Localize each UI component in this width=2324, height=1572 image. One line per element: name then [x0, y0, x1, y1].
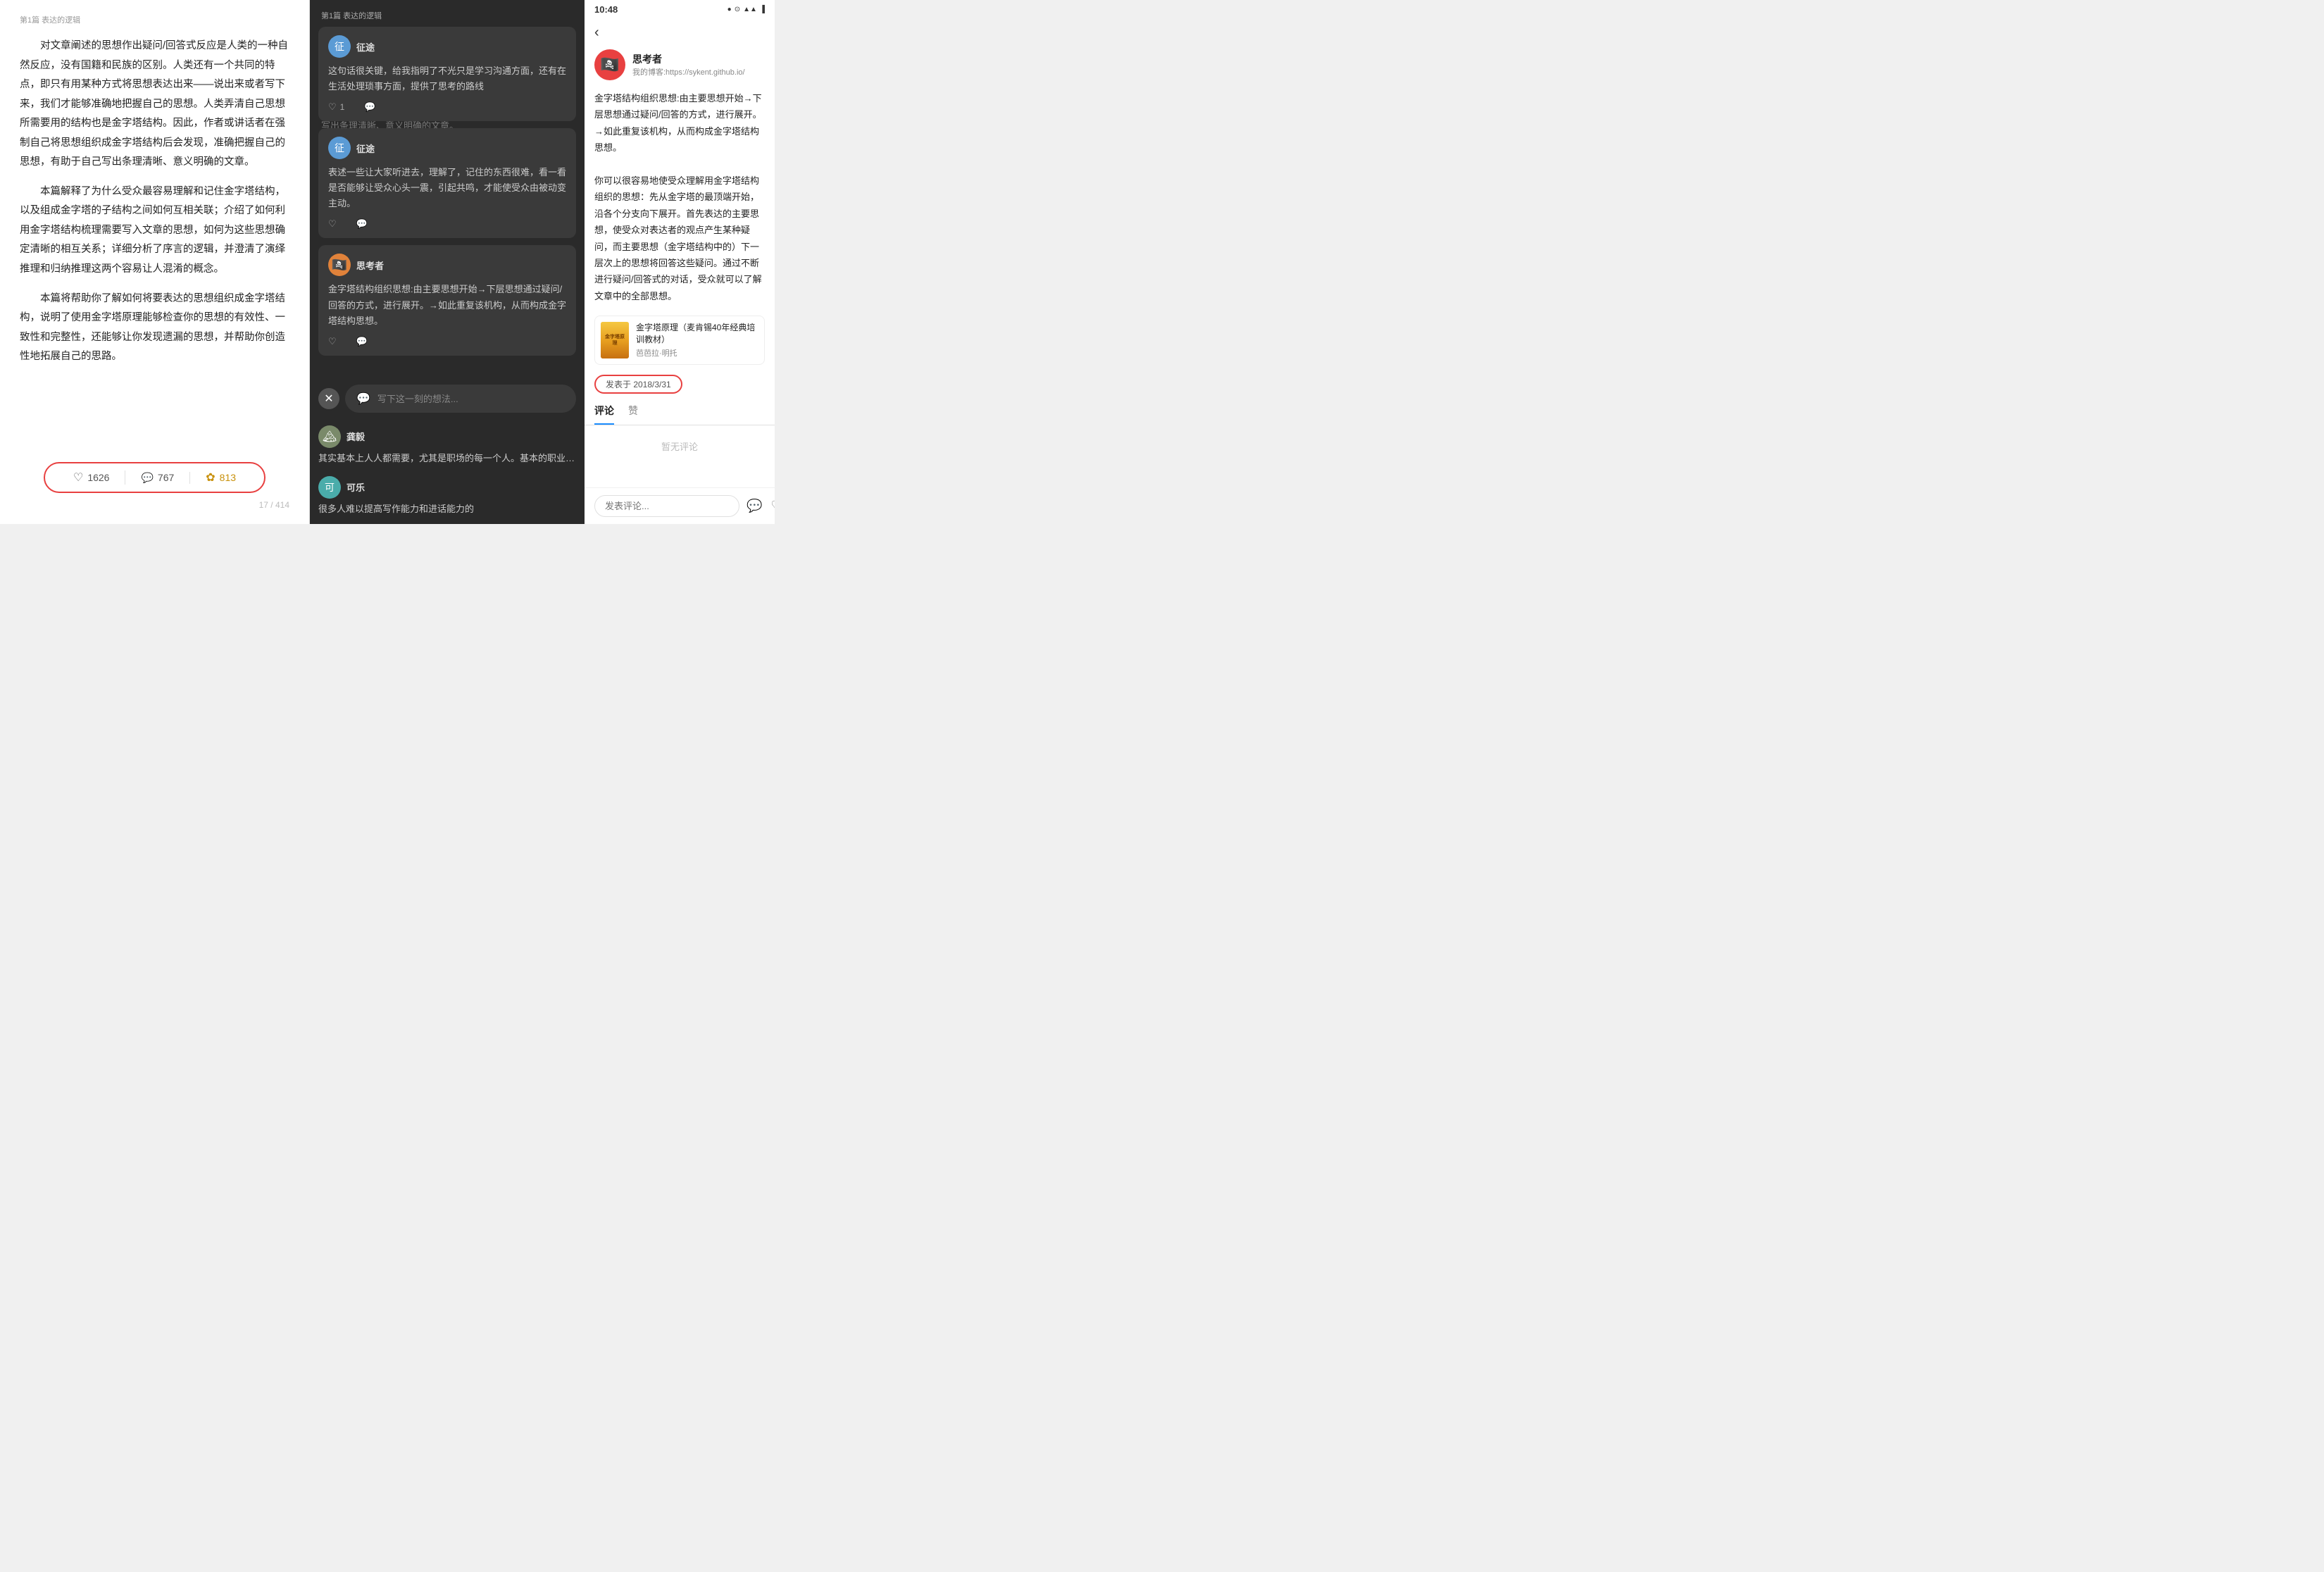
- partial-username-2: 可乐: [346, 480, 365, 494]
- comment-text-2: 表述一些让大家听进去，理解了，记住的东西很难，看一看是否能够让受众心头一震，引起…: [328, 165, 566, 211]
- input-icon: 💬: [356, 392, 370, 406]
- comments-list: 征 征途 这句话很关键，给我指明了不光只是学习沟通方面，还有在生活处理琐事方面，…: [310, 27, 585, 379]
- comments-count: 767: [158, 472, 174, 483]
- reply-action-1[interactable]: 💬: [364, 101, 375, 113]
- article-body: 对文章阐述的思想作出疑问/回答式反应是人类的一种自然反应，没有国籍和民族的区别。…: [20, 37, 289, 437]
- comment-actions-3: ♡ 💬: [328, 336, 566, 347]
- right-comment-input[interactable]: [594, 495, 739, 517]
- author-blog: 我的博客:https://sykent.github.io/: [632, 66, 745, 77]
- comment-card-3: 🏴‍☠️ 思考者 金字塔结构组织思想:由主要思想开始→下层思想通过疑问/回答的方…: [318, 245, 576, 355]
- comment-input-right: 💬 ♡ ⎙: [585, 487, 775, 524]
- like-icon-1: ♡: [328, 101, 337, 113]
- comment-card-2: 征 征途 表述一些让大家听进去，理解了，记住的东西很难，看一看是否能够让受众心头…: [318, 128, 576, 238]
- reply-icon-3: 💬: [356, 336, 368, 347]
- comments-stat[interactable]: 💬 767: [125, 472, 190, 484]
- paragraph-2: 本篇解释了为什么受众最容易理解和记住金字塔结构，以及组成金字塔的子结构之间如何互…: [20, 182, 289, 280]
- partial-avatar-2: 可: [318, 476, 341, 499]
- book-cover-text: 金字塔原理: [604, 334, 626, 347]
- partial-header-1: 🏔 龚毅: [318, 425, 576, 448]
- status-bar: 10:48 ● ⊙ ▲▲ ▐: [585, 0, 775, 19]
- right-action-icons: 💬 ♡ ⎙: [746, 499, 775, 513]
- paragraph-3: 本篇将帮助你了解如何将要表达的思想组织成金字塔结构，说明了使用金字塔原理能够检查…: [20, 289, 289, 367]
- wifi-icon: ⊙: [735, 6, 740, 13]
- author-avatar: 🏴‍☠️: [594, 49, 625, 80]
- paragraph-1: 对文章阐述的思想作出疑问/回答式反应是人类的一种自然反应，没有国籍和民族的区别。…: [20, 37, 289, 173]
- signal-icon: ▲▲: [743, 6, 757, 13]
- author-section: 🏴‍☠️ 思考者 我的博客:https://sykent.github.io/: [585, 49, 775, 87]
- back-button[interactable]: ‹: [594, 25, 599, 41]
- partial-text-2: 很多人难以提高写作能力和进话能力的: [318, 501, 576, 517]
- like-action-2[interactable]: ♡: [328, 218, 337, 230]
- book-author: 芭芭拉·明托: [636, 347, 758, 358]
- heart-stat-icon: ♡: [73, 470, 83, 485]
- reply-action-2[interactable]: 💬: [356, 218, 368, 230]
- no-comments-text: 暂无评论: [585, 425, 775, 467]
- status-icons: ● ⊙ ▲▲ ▐: [727, 6, 765, 13]
- shares-stat[interactable]: ✿ 813: [190, 470, 251, 485]
- like-action-3[interactable]: ♡: [328, 336, 337, 347]
- book-info: 金字塔原理（麦肯锡40年经典培训教材） 芭芭拉·明托: [636, 322, 758, 358]
- middle-panel: 第1篇 表达的逻辑 对文章阐述的思想作出疑问/回答式反应是人类的一种自然反应，没…: [310, 0, 585, 524]
- publish-date-wrap: 发表于 2018/3/31: [585, 369, 775, 397]
- avatar-1: 征: [328, 35, 351, 58]
- shares-count: 813: [220, 472, 236, 483]
- tab-likes[interactable]: 赞: [628, 404, 638, 425]
- partial-header-2: 可 可乐: [318, 476, 576, 499]
- reply-action-3[interactable]: 💬: [356, 336, 368, 347]
- book-title: 金字塔原理（麦肯锡40年经典培训教材）: [636, 322, 758, 346]
- share-stat-icon: ✿: [206, 470, 215, 485]
- book-cover: 金字塔原理: [601, 322, 629, 358]
- comment-stat-icon: 💬: [141, 472, 153, 484]
- comment-input-row: ✕ 💬 写下这一刻的想法...: [310, 379, 585, 418]
- like-action-1[interactable]: ♡ 1: [328, 101, 344, 113]
- publish-date: 发表于 2018/3/31: [594, 375, 682, 394]
- battery-bar-icon: ▐: [760, 6, 765, 13]
- like-icon-2: ♡: [328, 218, 337, 230]
- tabs-row: 评论 赞: [585, 397, 775, 425]
- status-time: 10:48: [594, 4, 618, 15]
- author-info: 思考者 我的博客:https://sykent.github.io/: [632, 52, 745, 77]
- comment-header-2: 征 征途: [328, 137, 566, 159]
- page-indicator: 17 / 414: [20, 500, 289, 510]
- comment-actions-1: ♡ 1 💬: [328, 101, 566, 113]
- comment-text-3: 金字塔结构组织思想:由主要思想开始→下层思想通过疑问/回答的方式，进行展开。→如…: [328, 282, 566, 328]
- tab-comments[interactable]: 评论: [594, 404, 614, 425]
- username-2: 征途: [356, 142, 375, 155]
- input-placeholder: 写下这一刻的想法...: [377, 392, 565, 405]
- comment-header-3: 🏴‍☠️ 思考者: [328, 254, 566, 276]
- username-3: 思考者: [356, 258, 384, 272]
- left-breadcrumb: 第1篇 表达的逻辑: [20, 14, 289, 25]
- right-article-content: 金字塔结构组织思想:由主要思想开始→下层思想通过疑问/回答的方式，进行展开。→如…: [585, 87, 775, 311]
- comment-header-1: 征 征途: [328, 35, 566, 58]
- book-card[interactable]: 金字塔原理 金字塔原理（麦肯锡40年经典培训教材） 芭芭拉·明托: [594, 316, 765, 365]
- left-panel: 第1篇 表达的逻辑 对文章阐述的思想作出疑问/回答式反应是人类的一种自然反应，没…: [0, 0, 310, 524]
- right-comment-icon[interactable]: 💬: [746, 499, 762, 513]
- right-nav: ‹: [585, 19, 775, 49]
- comment-text-1: 这句话很关键，给我指明了不光只是学习沟通方面，还有在生活处理琐事方面，提供了思考…: [328, 63, 566, 94]
- username-1: 征途: [356, 40, 375, 54]
- reply-icon-2: 💬: [356, 218, 368, 230]
- likes-stat[interactable]: ♡ 1626: [58, 470, 126, 485]
- right-panel: 10:48 ● ⊙ ▲▲ ▐ ‹ 🏴‍☠️ 思考者 我的博客:https://s…: [585, 0, 775, 524]
- like-icon-3: ♡: [328, 336, 337, 347]
- partial-comment-gongyi: 🏔 龚毅 其实基本上人人都需要，尤其是职场的每一个人。基本的职业化素养。: [310, 418, 585, 469]
- close-button[interactable]: ✕: [318, 388, 339, 409]
- avatar-3: 🏴‍☠️: [328, 254, 351, 276]
- stats-bar: ♡ 1626 💬 767 ✿ 813: [44, 462, 265, 493]
- comment-actions-2: ♡ 💬: [328, 218, 566, 230]
- reply-icon-1: 💬: [364, 101, 375, 113]
- partial-comment-kele: 可 可乐 很多人难以提高写作能力和进话能力的: [310, 469, 585, 524]
- right-heart-icon[interactable]: ♡: [770, 499, 775, 513]
- avatar-2: 征: [328, 137, 351, 159]
- likes-count: 1626: [87, 472, 109, 483]
- partial-username-1: 龚毅: [346, 430, 365, 443]
- like-count-1: 1: [340, 102, 345, 112]
- partial-text-1: 其实基本上人人都需要，尤其是职场的每一个人。基本的职业化素养。: [318, 451, 576, 466]
- author-name: 思考者: [632, 52, 745, 66]
- partial-avatar-1: 🏔: [318, 425, 341, 448]
- comment-input-bar[interactable]: 💬 写下这一刻的想法...: [345, 385, 576, 413]
- comment-card-1: 征 征途 这句话很关键，给我指明了不光只是学习沟通方面，还有在生活处理琐事方面，…: [318, 27, 576, 121]
- battery-icon: ●: [727, 6, 732, 13]
